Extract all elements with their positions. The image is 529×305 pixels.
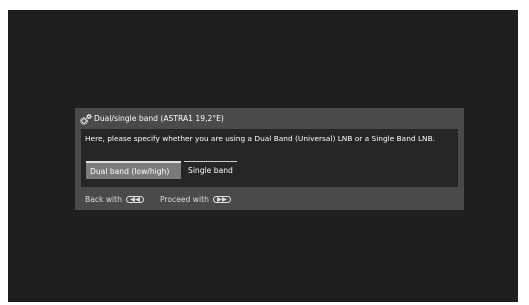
fast-forward-icon	[216, 197, 227, 202]
dialog-footer: Back with Proceed with	[85, 195, 247, 204]
settings-gears-icon	[80, 113, 92, 125]
dialog-title: Dual/single band (ASTRA1 19,2°E)	[94, 114, 224, 123]
proceed-hint-label: Proceed with	[159, 195, 209, 204]
dialog-content: Here, please specify whether you are usi…	[81, 129, 458, 187]
option-single-band-label: Single band	[188, 166, 233, 175]
back-hint[interactable]: Back with	[85, 195, 144, 204]
option-dual-band-label: Dual band (low/high)	[90, 166, 170, 176]
rewind-key	[125, 196, 144, 203]
dual-single-band-dialog: Dual/single band (ASTRA1 19,2°E) Here, p…	[75, 108, 464, 210]
option-single-band[interactable]: Single band	[184, 161, 237, 179]
tv-screen: Dual/single band (ASTRA1 19,2°E) Here, p…	[8, 10, 518, 302]
rewind-icon	[129, 197, 140, 202]
dialog-description: Here, please specify whether you are usi…	[85, 134, 436, 143]
proceed-hint[interactable]: Proceed with	[160, 195, 231, 204]
fast-forward-key	[212, 196, 231, 203]
option-dual-band[interactable]: Dual band (low/high)	[86, 161, 181, 179]
back-hint-label: Back with	[85, 195, 122, 204]
dialog-header: Dual/single band (ASTRA1 19,2°E)	[75, 108, 464, 129]
